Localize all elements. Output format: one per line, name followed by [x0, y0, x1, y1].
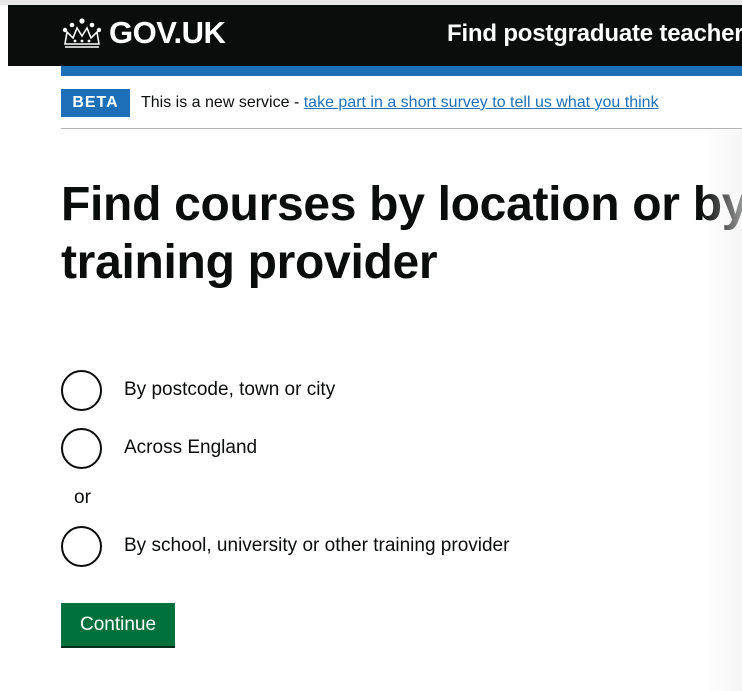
- radio-by-provider[interactable]: By school, university or other training …: [61, 523, 509, 569]
- continue-button[interactable]: Continue: [61, 603, 175, 646]
- radio-button-circle[interactable]: [61, 427, 102, 469]
- crown-icon: [62, 18, 102, 48]
- radio-by-postcode[interactable]: By postcode, town or city: [61, 367, 335, 413]
- radio-across-england[interactable]: Across England: [61, 425, 257, 471]
- beta-tag: BETA: [61, 89, 130, 117]
- page-title: Find courses by location or by training …: [61, 178, 742, 289]
- or-divider: or: [74, 487, 91, 508]
- phase-banner-intro: This is a new service -: [141, 94, 304, 111]
- page: GOV.UK Find postgraduate teacher trainin…: [0, 0, 742, 691]
- govuk-logo-text: GOV.UK: [109, 15, 226, 50]
- radio-label-by-provider: By school, university or other training …: [124, 535, 510, 556]
- survey-link[interactable]: take part in a short survey to tell us w…: [304, 94, 659, 111]
- service-name-link[interactable]: Find postgraduate teacher training: [447, 20, 742, 48]
- header-blue-bar: [61, 66, 742, 76]
- govuk-logo-link[interactable]: GOV.UK: [61, 15, 226, 50]
- radio-label-across-england: Across England: [124, 437, 258, 458]
- phase-banner: BETA This is a new service - take part i…: [61, 89, 742, 129]
- radio-label-by-postcode: By postcode, town or city: [124, 379, 336, 400]
- radio-button-circle[interactable]: [61, 525, 102, 567]
- govuk-header: GOV.UK Find postgraduate teacher trainin…: [8, 5, 742, 66]
- radio-button-circle[interactable]: [61, 369, 102, 411]
- phase-banner-text: This is a new service - take part in a s…: [141, 93, 659, 113]
